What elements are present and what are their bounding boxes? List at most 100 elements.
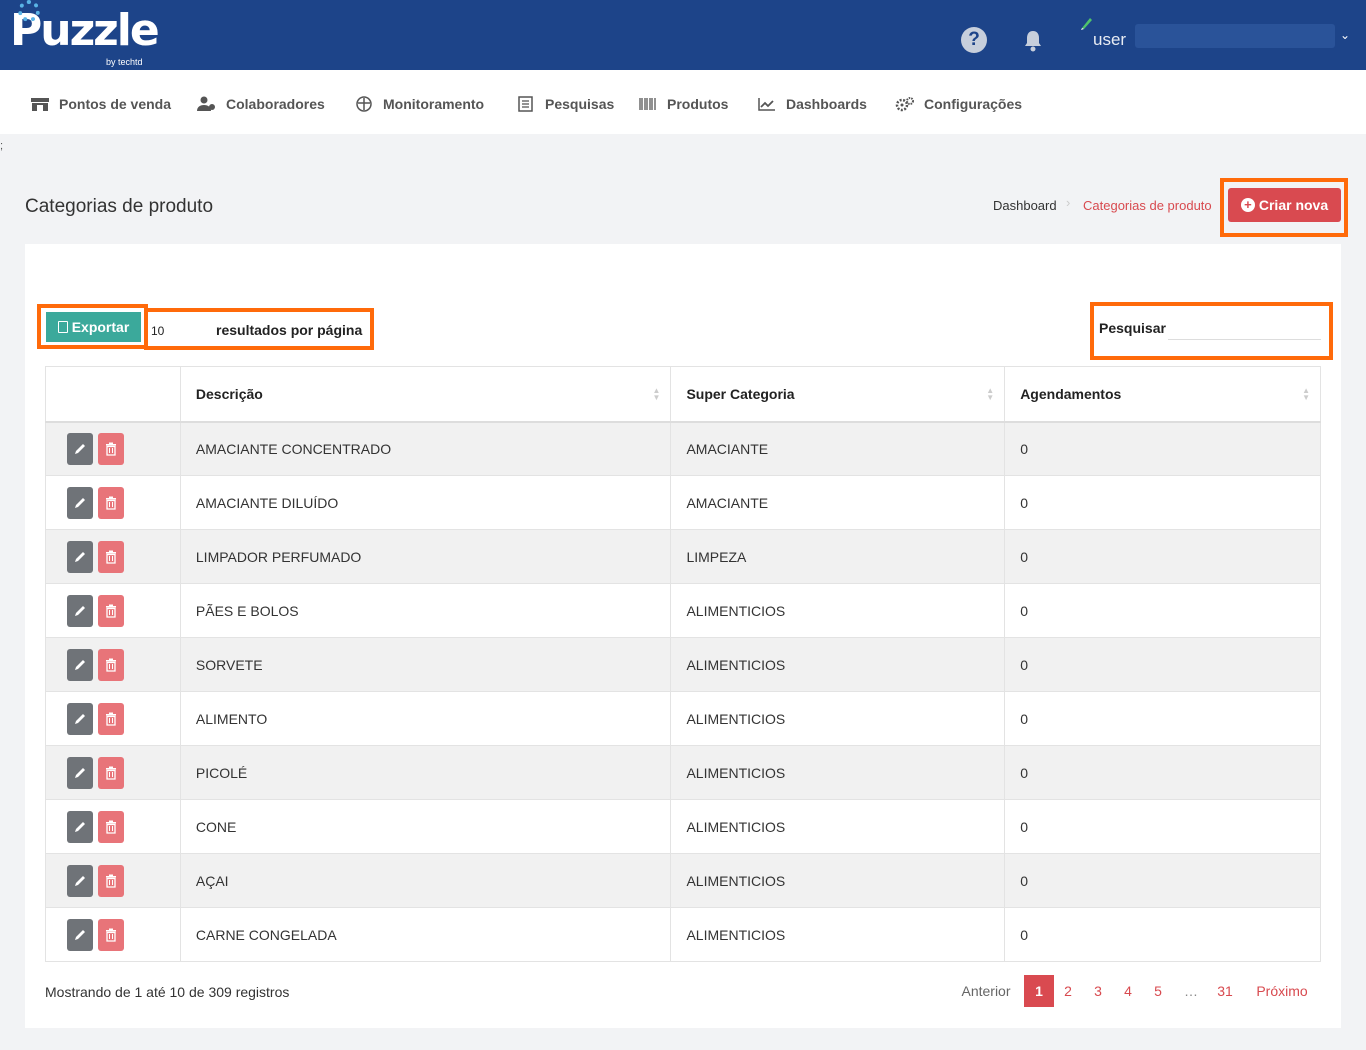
cell-super-categoria: ALIMENTICIOS: [670, 691, 1006, 746]
column-header-agendamentos[interactable]: Agendamentos ▲ ▼: [1004, 366, 1321, 423]
cell-super-categoria: AMACIANTE: [670, 475, 1006, 530]
barcode-icon: [638, 96, 658, 112]
trash-icon[interactable]: [98, 648, 124, 681]
trash-icon[interactable]: [98, 540, 124, 573]
pagination-previous[interactable]: Anterior: [952, 975, 1020, 1007]
app-logo[interactable]: Puzzle: [10, 0, 160, 56]
edit-icon[interactable]: [67, 594, 93, 627]
table-row: AMACIANTE CONCENTRADO AMACIANTE 0: [45, 421, 1321, 476]
row-actions: [45, 529, 181, 584]
edit-icon[interactable]: [67, 918, 93, 951]
edit-icon[interactable]: [67, 540, 93, 573]
row-actions: [45, 853, 181, 908]
sort-icon: ▲ ▼: [986, 386, 995, 402]
pagination-page-5[interactable]: 5: [1143, 975, 1173, 1007]
trash-icon[interactable]: [98, 702, 124, 735]
trash-icon[interactable]: [98, 810, 124, 843]
file-icon: [57, 321, 68, 333]
cell-descricao: CARNE CONGELADA: [179, 907, 672, 962]
row-actions: [45, 475, 181, 530]
plus-circle-icon: +: [1240, 198, 1255, 212]
cell-agendamentos: 0: [1004, 529, 1321, 584]
create-new-button[interactable]: + Criar nova: [1228, 188, 1341, 222]
cell-descricao: ALIMENTO: [179, 691, 672, 746]
cell-super-categoria: AMACIANTE: [670, 421, 1006, 476]
users-icon: [197, 96, 217, 112]
cell-agendamentos: 0: [1004, 853, 1321, 908]
sort-icon: ▲ ▼: [1302, 386, 1310, 402]
edit-icon[interactable]: [67, 702, 93, 735]
column-header-super-categoria[interactable]: Super Categoria ▲ ▼: [670, 366, 1006, 423]
gears-icon: [895, 96, 915, 112]
edit-icon[interactable]: [67, 486, 93, 519]
trash-icon[interactable]: [98, 864, 124, 897]
pagination-page-last[interactable]: 31: [1210, 975, 1240, 1007]
pagination-page-2[interactable]: 2: [1053, 975, 1083, 1007]
survey-icon: [516, 96, 536, 112]
per-page-select[interactable]: 10: [151, 324, 164, 338]
cell-agendamentos: 0: [1004, 421, 1321, 476]
table-header-row: Descrição ▲ ▼ Super Categoria ▲ ▼ Agendament…: [45, 366, 1321, 423]
user-name[interactable]: user: [1093, 30, 1126, 50]
trash-icon[interactable]: [98, 756, 124, 789]
cell-descricao: AMACIANTE CONCENTRADO: [179, 421, 672, 476]
cell-descricao: AÇAI: [179, 853, 672, 908]
logo-subtitle: by techtd: [106, 57, 143, 67]
edit-icon[interactable]: [67, 864, 93, 897]
row-actions: [45, 799, 181, 854]
table-info: Mostrando de 1 até 10 de 309 registros: [45, 984, 290, 1000]
row-actions: [45, 745, 181, 800]
edit-icon[interactable]: [67, 432, 93, 465]
top-bar: Puzzle by techtd ? user ⌄: [0, 0, 1366, 70]
cell-descricao: LIMPADOR PERFUMADO: [179, 529, 672, 584]
pagination-page-1[interactable]: 1: [1024, 975, 1054, 1007]
nav-item-dashboards[interactable]: Dashboards: [757, 94, 867, 114]
cell-super-categoria: ALIMENTICIOS: [670, 907, 1006, 962]
store-icon: [30, 96, 50, 112]
monitor-icon: [354, 96, 374, 112]
nav-item-monitoramento[interactable]: Monitoramento: [354, 94, 484, 114]
search-label: Pesquisar: [1099, 320, 1166, 336]
cell-super-categoria: ALIMENTICIOS: [670, 637, 1006, 692]
edit-icon[interactable]: [67, 756, 93, 789]
cell-super-categoria: ALIMENTICIOS: [670, 799, 1006, 854]
nav-item-configuracoes[interactable]: Configurações: [895, 94, 1022, 114]
pagination-page-3[interactable]: 3: [1083, 975, 1113, 1007]
export-button[interactable]: Exportar: [46, 312, 141, 342]
sort-icon: ▲ ▼: [652, 386, 661, 402]
actions-column-header: [45, 366, 181, 423]
export-label: Exportar: [71, 319, 130, 335]
create-new-label: Criar nova: [1258, 197, 1329, 213]
trash-icon[interactable]: [98, 486, 124, 519]
cell-super-categoria: ALIMENTICIOS: [670, 745, 1006, 800]
row-actions: [45, 421, 181, 476]
user-menu-chevron-icon[interactable]: ⌄: [1340, 28, 1350, 42]
breadcrumb-dashboard-link[interactable]: Dashboard: [993, 198, 1057, 213]
trash-icon[interactable]: [98, 918, 124, 951]
search-input[interactable]: [1168, 314, 1321, 340]
cell-descricao: PÃES E BOLOS: [179, 583, 672, 638]
pagination-page-4[interactable]: 4: [1113, 975, 1143, 1007]
user-email-redacted: [1135, 24, 1335, 48]
cell-descricao: SORVETE: [179, 637, 672, 692]
edit-icon[interactable]: [67, 648, 93, 681]
cell-agendamentos: 0: [1004, 907, 1321, 962]
table-row: AÇAI ALIMENTICIOS 0: [45, 853, 1321, 908]
edit-icon[interactable]: [67, 810, 93, 843]
table-row: PICOLÉ ALIMENTICIOS 0: [45, 745, 1321, 800]
cell-super-categoria: ALIMENTICIOS: [670, 583, 1006, 638]
pagination-next[interactable]: Próximo: [1248, 975, 1316, 1007]
nav-item-pesquisas[interactable]: Pesquisas: [516, 94, 614, 114]
nav-item-produtos[interactable]: Produtos: [638, 94, 728, 114]
table-row: AMACIANTE DILUÍDO AMACIANTE 0: [45, 475, 1321, 530]
logo-gear-icon: [18, 0, 40, 22]
notification-bell-icon[interactable]: [1020, 28, 1046, 54]
nav-item-colaboradores[interactable]: Colaboradores: [197, 94, 325, 114]
cell-descricao: CONE: [179, 799, 672, 854]
nav-item-pontos-de-venda[interactable]: Pontos de venda: [30, 94, 171, 114]
help-icon[interactable]: ?: [961, 27, 987, 53]
column-header-descricao[interactable]: Descrição ▲ ▼: [179, 366, 672, 423]
trash-icon[interactable]: [98, 432, 124, 465]
trash-icon[interactable]: [98, 594, 124, 627]
cell-agendamentos: 0: [1004, 745, 1321, 800]
